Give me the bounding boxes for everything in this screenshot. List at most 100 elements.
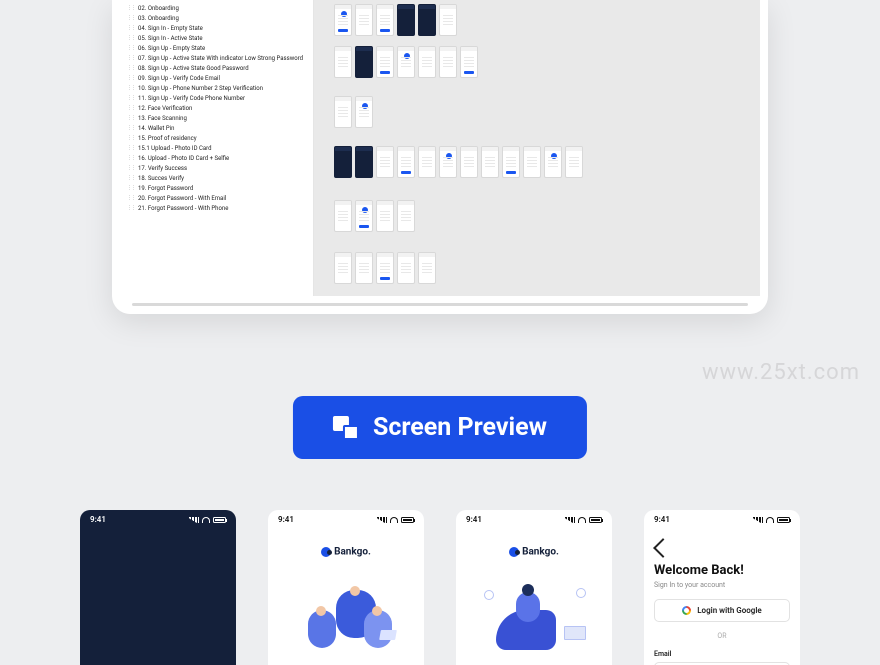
artboard-thumb[interactable] [355,252,373,284]
layer-row[interactable]: 04. Sign In - Empty State [120,23,313,33]
layer-row[interactable]: 05. Sign In - Active State [120,33,313,43]
artboard-thumb[interactable] [460,46,478,78]
layer-label: 21. Forgot Password - With Phone [138,205,228,212]
drag-handle-icon[interactable] [128,65,134,71]
drag-handle-icon[interactable] [128,165,134,171]
layer-row[interactable]: 20. Forgot Password - With Email [120,193,313,203]
design-canvas[interactable] [314,0,760,296]
drag-handle-icon[interactable] [128,55,134,61]
drag-handle-icon[interactable] [128,185,134,191]
layer-row[interactable]: 02. Onboarding [120,3,313,13]
drag-handle-icon[interactable] [128,25,134,31]
layer-row[interactable]: 12. Face Verification [120,103,313,113]
layer-row[interactable]: 03. Onboarding [120,13,313,23]
artboard-thumb[interactable] [376,252,394,284]
artboard-thumb[interactable] [565,146,583,178]
drag-handle-icon[interactable] [128,175,134,181]
drag-handle-icon[interactable] [128,5,134,11]
back-arrow-icon[interactable] [653,538,673,558]
artboard-thumb[interactable] [397,46,415,78]
layer-row[interactable]: 13. Face Scanning [120,113,313,123]
drag-handle-icon[interactable] [128,195,134,201]
layer-row[interactable]: 06. Sign Up - Empty State [120,43,313,53]
artboard-thumb[interactable] [376,200,394,232]
layer-row[interactable]: 15.1 Upload - Photo ID Card [120,143,313,153]
watermark-text: www.25xt.com [702,360,860,385]
artboard-thumb[interactable] [418,146,436,178]
artboard-thumb[interactable] [334,252,352,284]
drag-handle-icon[interactable] [128,35,134,41]
layer-label: 03. Onboarding [138,15,179,22]
artboard-thumb[interactable] [355,46,373,78]
wifi-icon [578,517,586,523]
artboard-thumb[interactable] [334,46,352,78]
drag-handle-icon[interactable] [128,125,134,131]
artboard-thumb[interactable] [439,4,457,36]
drag-handle-icon[interactable] [128,75,134,81]
artboard-thumb[interactable] [376,4,394,36]
drag-handle-icon[interactable] [128,115,134,121]
welcome-subtitle: Sign In to your account [654,581,790,589]
wifi-icon [390,517,398,523]
layer-label: 02. Onboarding [138,5,179,12]
layer-row[interactable]: 17. Verify Success [120,163,313,173]
layer-row[interactable]: 08. Sign Up - Active State Good Password [120,63,313,73]
layer-row[interactable]: 09. Sign Up - Verify Code Email [120,73,313,83]
status-time: 9:41 [466,515,482,524]
drag-handle-icon[interactable] [128,45,134,51]
layer-row[interactable]: 21. Forgot Password - With Phone [120,203,313,213]
artboard-thumb[interactable] [523,146,541,178]
layer-row[interactable]: 10. Sign Up - Phone Number 2 Step Verifi… [120,83,313,93]
drag-handle-icon[interactable] [128,145,134,151]
artboard-thumb[interactable] [439,46,457,78]
artboard-thumb[interactable] [481,146,499,178]
layer-row[interactable]: 19. Forgot Password [120,183,313,193]
artboard-thumb[interactable] [355,200,373,232]
drag-handle-icon[interactable] [128,85,134,91]
drag-handle-icon[interactable] [128,105,134,111]
artboard-thumb[interactable] [334,200,352,232]
screen-preview-button[interactable]: Screen Preview [293,396,587,459]
artboard-thumb[interactable] [334,4,352,36]
signal-icon [189,517,199,523]
artboard-thumb[interactable] [376,46,394,78]
artboard-thumb[interactable] [502,146,520,178]
artboard-thumb[interactable] [397,252,415,284]
layer-row[interactable]: 11. Sign Up - Verify Code Phone Number [120,93,313,103]
layer-label: 09. Sign Up - Verify Code Email [138,75,220,82]
artboard-thumb[interactable] [355,146,373,178]
drag-handle-icon[interactable] [128,135,134,141]
artboard-thumb[interactable] [355,96,373,128]
artboard-thumb[interactable] [544,146,562,178]
design-tool-panel: 02. Onboarding 03. Onboarding04. Sign In … [112,0,768,314]
signal-icon [753,517,763,523]
layer-row[interactable]: 07. Sign Up - Active State With indicato… [120,53,313,63]
artboard-thumb[interactable] [418,252,436,284]
artboard-thumb[interactable] [397,200,415,232]
artboard-thumb[interactable] [418,4,436,36]
artboard-thumb[interactable] [460,146,478,178]
phone-mock-splash-dark: 9:41 [80,510,236,665]
battery-icon [401,517,414,523]
artboard-thumb[interactable] [376,146,394,178]
artboard-thumb[interactable] [397,146,415,178]
drag-handle-icon[interactable] [128,155,134,161]
artboard-thumb[interactable] [355,4,373,36]
drag-handle-icon[interactable] [128,205,134,211]
drag-handle-icon[interactable] [128,95,134,101]
artboard-thumb[interactable] [418,46,436,78]
layers-panel[interactable]: 02. Onboarding 03. Onboarding04. Sign In … [120,0,314,296]
layer-row[interactable]: 18. Succes Verify [120,173,313,183]
layer-label: 19. Forgot Password [138,185,193,192]
status-bar: 9:41 [80,510,236,527]
layer-row[interactable]: 14. Wallet Pin [120,123,313,133]
artboard-thumb[interactable] [334,96,352,128]
layer-row[interactable]: 16. Upload - Photo ID Card + Selfie [120,153,313,163]
artboard-thumb[interactable] [439,146,457,178]
login-google-button[interactable]: Login with Google [654,599,790,622]
layer-row[interactable]: 15. Proof of residency [120,133,313,143]
artboard-thumb[interactable] [397,4,415,36]
horizontal-scrollbar[interactable] [132,303,748,306]
artboard-thumb[interactable] [334,146,352,178]
drag-handle-icon[interactable] [128,15,134,21]
